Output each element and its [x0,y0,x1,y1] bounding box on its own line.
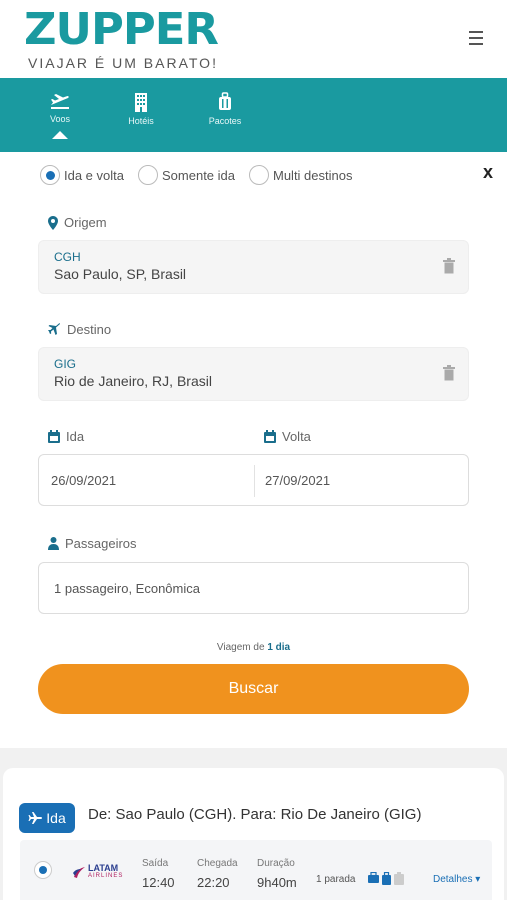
suitcase-icon [219,92,231,110]
trip-type-multi-city[interactable]: Multi destinos [249,165,352,185]
flight-search-panel: x Ida e volta Somente ida Multi destinos… [0,152,507,748]
arrival-time: 22:20 [197,875,230,890]
origin-field[interactable]: CGH Sao Paulo, SP, Brasil [38,240,469,294]
airplane-icon [28,812,43,824]
departure-col: Saída 12:40 [142,858,175,890]
airline-subtitle: AIRLINES [88,873,124,879]
airplane-takeoff-icon [51,94,69,109]
airplane-icon [48,323,60,335]
personal-bag-icon [368,872,379,883]
origin-label: Origem [48,215,107,230]
trash-icon[interactable] [443,258,455,274]
passengers-label: Passageiros [48,536,137,551]
flight-option-row[interactable]: LATAM AIRLINES Saída 12:40 Chegada 22:20… [20,840,492,900]
airline-name: LATAM [88,863,119,873]
direction-badge: Ida [19,803,75,833]
trash-icon[interactable] [443,365,455,381]
nav-tab-hoteis[interactable]: Hotéis [111,92,171,126]
date-divider [254,465,255,497]
trip-type-label: Multi destinos [273,167,353,183]
calendar-icon [264,430,276,443]
departure-label: Ida [48,429,84,444]
zupper-logo[interactable]: ZUPPER [24,4,219,56]
nav-label-pacotes: Pacotes [208,116,242,126]
product-nav: Voos Hotéis Pacotes [0,78,507,152]
duration-col: Duração 9h40m [257,858,297,890]
site-header: ZUPPER VIAJAR É UM BARATO! [0,0,507,78]
destination-code: GIG [54,357,77,371]
checked-bag-icon [394,872,404,885]
destination-name: Rio de Janeiro, RJ, Brasil [54,373,212,389]
map-pin-icon [48,215,58,230]
hamburger-menu-icon[interactable] [469,31,483,47]
trip-duration-note: Viagem de 1 dia [216,642,291,653]
destination-label: Destino [48,322,111,337]
person-icon [48,537,59,550]
passengers-value: 1 passageiro, Econômica [54,581,200,596]
nav-label-hoteis: Hotéis [128,116,154,126]
trip-type-selector: Ida e volta Somente ida Multi destinos [40,165,366,185]
departure-time: 12:40 [142,875,175,890]
calendar-icon [48,430,60,443]
baggage-icons [368,872,407,885]
destination-field[interactable]: GIG Rio de Janeiro, RJ, Brasil [38,347,469,401]
route-title: De: Sao Paulo (CGH). Para: Rio De Janeir… [88,806,422,823]
flight-select-radio[interactable] [34,861,52,879]
flight-duration: 9h40m [257,875,297,890]
search-button[interactable]: Buscar [38,664,469,714]
airline-logo: LATAM AIRLINES [72,864,123,880]
nav-label-voos: Voos [49,114,71,124]
latam-logo-icon [73,867,85,878]
flight-result-card: Ida De: Sao Paulo (CGH). Para: Rio De Ja… [3,768,504,900]
details-link[interactable]: Detalhes ▾ [433,874,480,885]
passengers-selector[interactable]: 1 passageiro, Econômica [38,562,469,614]
date-range-field: 26/09/2021 27/09/2021 [38,454,469,506]
origin-name: Sao Paulo, SP, Brasil [54,266,187,282]
carry-on-bag-icon [382,872,391,885]
nav-tab-pacotes[interactable]: Pacotes [195,92,255,126]
trip-type-label: Somente ida [162,167,235,183]
nav-tab-voos[interactable]: Voos [30,92,90,139]
close-icon[interactable]: x [483,162,493,183]
trip-type-one-way[interactable]: Somente ida [138,165,235,185]
return-label: Volta [264,429,311,444]
return-date-input[interactable]: 27/09/2021 [265,473,330,488]
stops-count: 1 parada [316,874,356,885]
departure-date-input[interactable]: 26/09/2021 [51,473,116,488]
arrival-col: Chegada 22:20 [197,858,238,890]
trip-type-round-trip[interactable]: Ida e volta [40,165,124,185]
building-icon [135,93,147,112]
trip-type-label: Ida e volta [64,167,124,183]
logo-tagline: VIAJAR É UM BARATO! [28,55,218,71]
origin-code: CGH [54,250,81,264]
